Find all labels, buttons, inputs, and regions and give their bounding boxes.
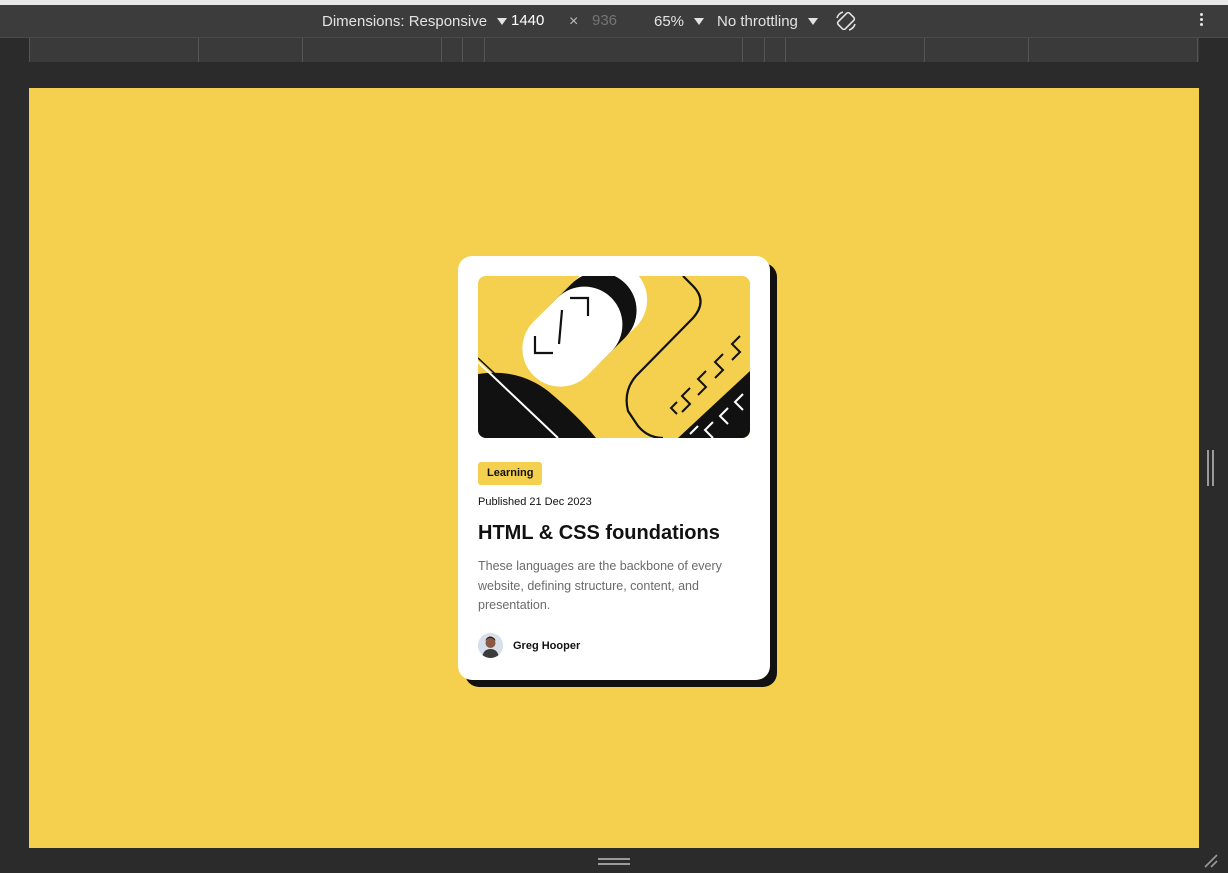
avatar-portrait-icon: [478, 633, 503, 658]
ruler-tick: [785, 38, 786, 62]
rotate-icon: [836, 11, 856, 31]
chevron-down-icon: [694, 17, 705, 25]
avatar: [478, 633, 503, 658]
ruler-tick: [742, 38, 743, 62]
device-toolbar: Dimensions: Responsive × 65% No throttli…: [0, 5, 1228, 37]
card-description: These languages are the backbone of ever…: [478, 559, 722, 612]
published-date: Published 21 Dec 2023: [478, 496, 592, 508]
resize-grip-icon: [1204, 854, 1218, 868]
page-viewport: Learning Published 21 Dec 2023 HTML & CS…: [29, 88, 1199, 848]
rotate-button[interactable]: [834, 5, 858, 37]
ruler-tick: [462, 38, 463, 62]
card-title-link[interactable]: HTML & CSS foundations: [478, 522, 720, 545]
dimensions-label: Dimensions: Responsive: [322, 12, 488, 30]
zoom-label: 65%: [654, 12, 685, 30]
article-illustration: [478, 276, 750, 438]
throttling-dropdown[interactable]: No throttling: [717, 5, 818, 37]
ruler-tick: [1028, 38, 1029, 62]
ruler-tick: [484, 38, 485, 62]
corner-resize-grip[interactable]: [1202, 852, 1218, 868]
more-options-button[interactable]: [1200, 13, 1204, 29]
category-tag: Learning: [478, 462, 543, 485]
throttling-label: No throttling: [717, 12, 798, 30]
width-input[interactable]: [511, 11, 555, 31]
times-icon: ×: [569, 13, 579, 30]
ruler-tick: [924, 38, 925, 62]
media-query-bar[interactable]: [29, 38, 1199, 62]
illustration-article-icon: [478, 276, 750, 438]
ruler-tick: [441, 38, 442, 62]
ruler-tick: [1197, 38, 1198, 62]
blog-preview-card: Learning Published 21 Dec 2023 HTML & CS…: [458, 256, 770, 680]
author-name: Greg Hooper: [513, 639, 581, 652]
author-info: Greg Hooper: [478, 633, 580, 658]
dimensions-dropdown[interactable]: Dimensions: Responsive: [322, 5, 508, 37]
height-input[interactable]: [592, 11, 628, 31]
ruler-tick: [29, 38, 30, 62]
ruler-tick: [198, 38, 199, 62]
right-resize-handle[interactable]: [1207, 450, 1214, 486]
kebab-menu-icon: [1200, 13, 1203, 16]
ruler-tick: [764, 38, 765, 62]
ruler-tick: [302, 38, 303, 62]
media-query-ruler: [0, 37, 1228, 63]
bottom-resize-handle[interactable]: [598, 856, 630, 866]
zoom-dropdown[interactable]: 65%: [654, 5, 705, 37]
chevron-down-icon: [807, 17, 818, 25]
chevron-down-icon: [497, 17, 508, 25]
